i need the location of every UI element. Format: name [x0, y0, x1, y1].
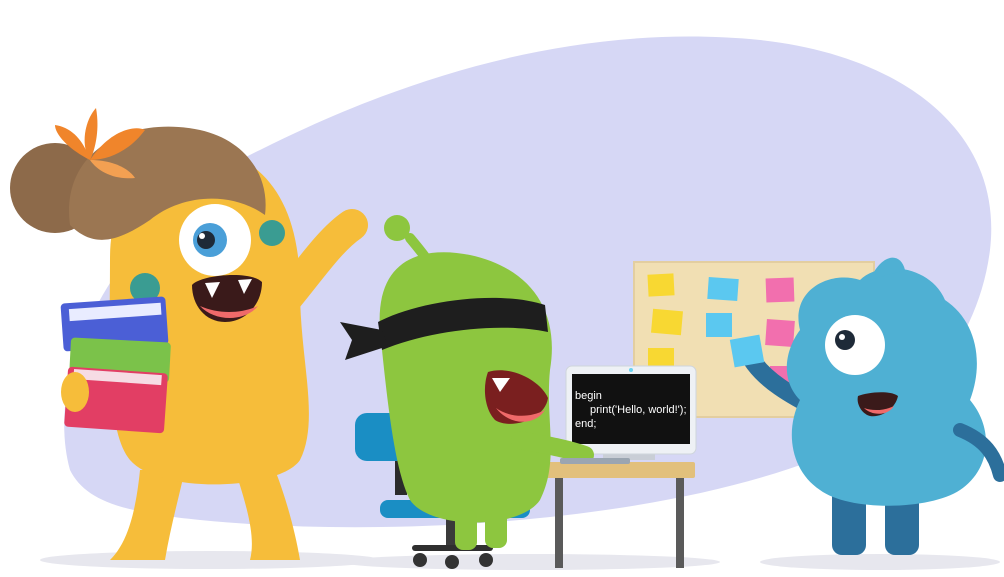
- classroom-illustration: begin print('Hello, world!'); end;: [10, 36, 1004, 570]
- sticky-note: [765, 319, 795, 347]
- sticky-note: [648, 348, 674, 368]
- ground-shadow-middle: [340, 554, 720, 570]
- code-line-2: print('Hello, world!');: [590, 404, 687, 416]
- earring-right: [259, 220, 285, 246]
- held-sticky-note: [729, 334, 765, 368]
- blue-monster-eye: [825, 315, 885, 375]
- sticky-note: [706, 313, 732, 337]
- sticky-note: [707, 276, 739, 302]
- ground-shadow-right: [760, 554, 1000, 570]
- code-line-3: end;: [575, 418, 596, 430]
- sticky-note: [651, 308, 683, 336]
- stack-of-books: [60, 296, 171, 434]
- code-line-1: begin: [575, 390, 602, 402]
- ground-shadow-left: [40, 551, 380, 569]
- sticky-note: [765, 277, 795, 303]
- sticky-note: [647, 273, 675, 297]
